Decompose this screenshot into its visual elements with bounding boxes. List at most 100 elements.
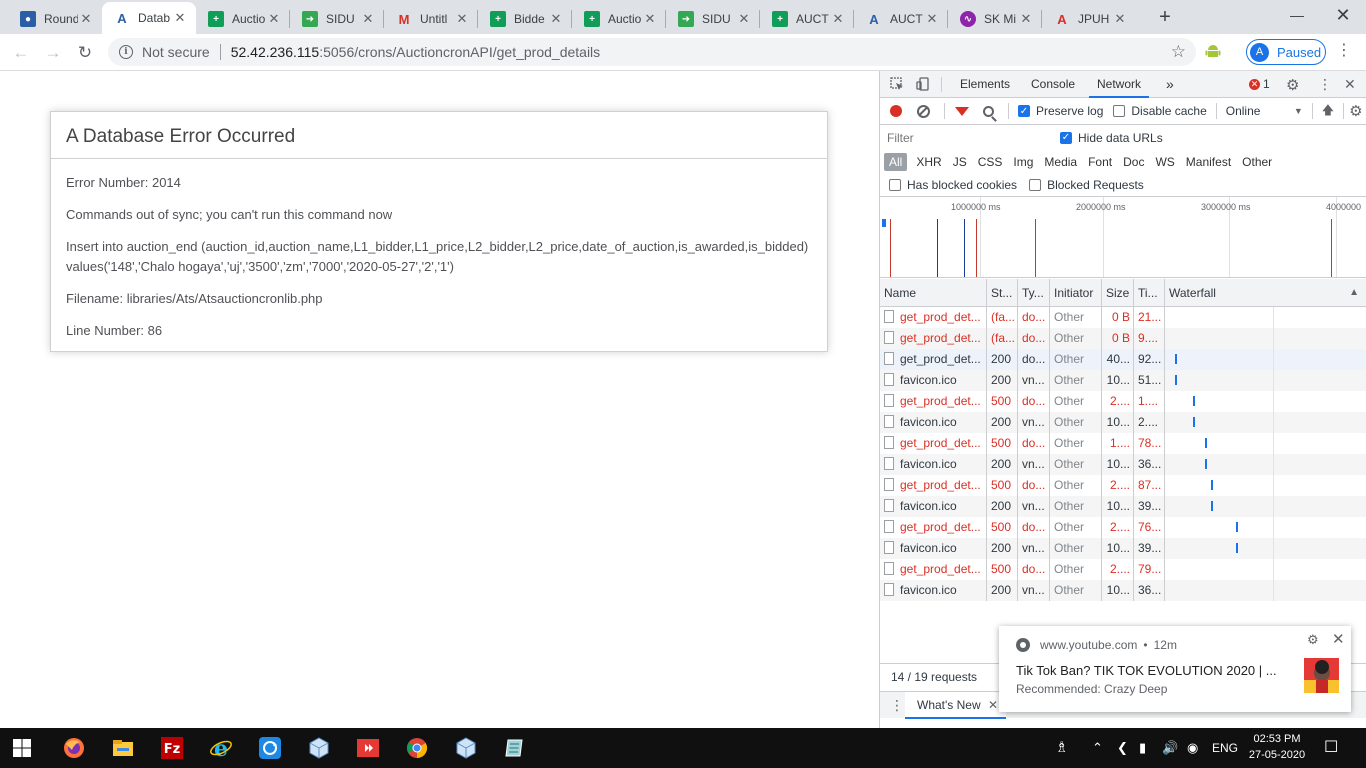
info-icon[interactable]: i — [119, 45, 133, 59]
import-har-icon[interactable]: 🡅 — [1322, 101, 1334, 122]
device-toolbar-icon[interactable] — [916, 77, 930, 91]
drawer-menu-icon[interactable]: ⋮ — [890, 697, 904, 714]
search-icon[interactable] — [983, 105, 994, 117]
error-counter[interactable]: ✕ 1 — [1249, 77, 1270, 91]
request-row[interactable]: favicon.ico 200 vn... Other 10... 36... — [880, 580, 1366, 601]
record-button[interactable] — [890, 105, 902, 117]
close-icon[interactable]: ✕ — [988, 698, 998, 712]
action-center-icon[interactable]: ☐ — [1324, 728, 1338, 768]
request-row[interactable]: get_prod_det... (fa... do... Other 0 B 21... — [880, 307, 1366, 328]
system-clock[interactable]: 02:53 PM 27-05-2020 — [1246, 731, 1308, 763]
browser-tab[interactable]: ➜ SIDU ✕ — [666, 4, 760, 34]
inspect-element-icon[interactable] — [890, 77, 904, 91]
file-explorer-icon[interactable] — [111, 736, 135, 760]
blocked-requests-checkbox[interactable]: Blocked Requests — [1029, 178, 1144, 192]
address-bar[interactable]: i Not secure 52.42.236.115:5056/crons/Au… — [108, 38, 1196, 66]
sync-app-icon[interactable] — [258, 736, 282, 760]
column-header-waterfall[interactable]: Waterfall ▲ — [1165, 279, 1366, 307]
close-window-button[interactable]: ✕ — [1320, 0, 1366, 34]
column-header-initiator[interactable]: Initiator — [1050, 279, 1102, 307]
security-label[interactable]: Not secure — [142, 44, 210, 60]
battery-icon[interactable]: ▮ — [1139, 728, 1146, 768]
location-icon[interactable]: ◉ — [1187, 728, 1198, 768]
preserve-log-checkbox[interactable]: ✓ Preserve log — [1018, 104, 1103, 118]
type-filter-all[interactable]: All — [884, 153, 908, 171]
tab-console[interactable]: Console — [1023, 71, 1083, 98]
request-row[interactable]: favicon.ico 200 vn... Other 10... 39... — [880, 496, 1366, 517]
filezilla-icon[interactable]: Fz — [160, 736, 184, 760]
close-tab-icon[interactable]: ✕ — [548, 11, 564, 27]
clear-icon[interactable] — [917, 104, 930, 118]
request-row[interactable]: get_prod_det... 500 do... Other 2.... 1.... — [880, 391, 1366, 412]
network-icon[interactable]: ❮ — [1117, 728, 1128, 768]
browser-tab[interactable]: + AUCT ✕ — [760, 4, 854, 34]
language-indicator[interactable]: ENG — [1212, 728, 1238, 768]
close-tab-icon[interactable]: ✕ — [642, 11, 658, 27]
filter-icon[interactable] — [955, 106, 969, 116]
request-row[interactable]: favicon.ico 200 vn... Other 10... 2.... — [880, 412, 1366, 433]
type-filter-img[interactable]: Img — [1008, 153, 1038, 171]
reload-button[interactable]: ↻ — [72, 40, 98, 66]
request-row[interactable]: favicon.ico 200 vn... Other 10... 51... — [880, 370, 1366, 391]
browser-tab[interactable]: + Auctio ✕ — [572, 4, 666, 34]
show-hidden-icons-icon[interactable]: ⌃ — [1092, 728, 1103, 768]
browser-menu-icon[interactable]: ⋮ — [1336, 42, 1352, 60]
devtools-menu-icon[interactable]: ⋮ — [1318, 76, 1332, 93]
column-header-time[interactable]: Ti... — [1134, 279, 1165, 307]
type-filter-other[interactable]: Other — [1237, 153, 1277, 171]
close-tab-icon[interactable]: ✕ — [454, 11, 470, 27]
virtualbox-icon[interactable] — [454, 736, 478, 760]
type-filter-font[interactable]: Font — [1083, 153, 1117, 171]
network-overview-timeline[interactable]: 1000000 ms 2000000 ms 3000000 ms 4000000 — [880, 197, 1366, 278]
browser-tab[interactable]: ● Round ✕ — [8, 4, 102, 34]
throttling-select[interactable]: Online ▼ — [1226, 104, 1303, 118]
browser-tab[interactable]: + Auctio ✕ — [196, 4, 290, 34]
new-tab-button[interactable]: + — [1153, 6, 1177, 30]
type-filter-media[interactable]: Media — [1039, 153, 1082, 171]
close-tab-icon[interactable]: ✕ — [736, 11, 752, 27]
column-header-type[interactable]: Ty... — [1018, 279, 1050, 307]
type-filter-ws[interactable]: WS — [1150, 153, 1179, 171]
close-tab-icon[interactable]: ✕ — [1112, 11, 1128, 27]
firefox-icon[interactable] — [62, 736, 86, 760]
request-row[interactable]: get_prod_det... 500 do... Other 2.... 87... — [880, 475, 1366, 496]
close-tab-icon[interactable]: ✕ — [172, 10, 188, 26]
close-tab-icon[interactable]: ✕ — [360, 11, 376, 27]
request-row[interactable]: get_prod_det... 500 do... Other 1.... 78... — [880, 433, 1366, 454]
anydesk-icon[interactable] — [356, 736, 380, 760]
request-row[interactable]: get_prod_det... 200 do... Other 40... 92... — [880, 349, 1366, 370]
column-header-status[interactable]: St... — [987, 279, 1018, 307]
more-tabs-button[interactable]: » — [1158, 71, 1182, 98]
notification-close-icon[interactable]: ✕ — [1332, 630, 1345, 648]
type-filter-doc[interactable]: Doc — [1118, 153, 1149, 171]
filter-input[interactable] — [884, 128, 1046, 147]
forward-button[interactable]: → — [40, 40, 66, 66]
request-row[interactable]: favicon.ico 200 vn... Other 10... 36... — [880, 454, 1366, 475]
browser-tab[interactable]: A JPUH ✕ — [1042, 4, 1136, 34]
column-header-size[interactable]: Size — [1102, 279, 1134, 307]
settings-gear-icon[interactable]: ⚙ — [1286, 76, 1299, 94]
close-tab-icon[interactable]: ✕ — [1018, 11, 1034, 27]
close-tab-icon[interactable]: ✕ — [830, 11, 846, 27]
close-tab-icon[interactable]: ✕ — [924, 11, 940, 27]
has-blocked-cookies-checkbox[interactable]: Has blocked cookies — [889, 178, 1017, 192]
notepad-icon[interactable] — [503, 736, 527, 760]
volume-icon[interactable]: 🔊 — [1162, 728, 1178, 768]
column-header-name[interactable]: Name — [880, 279, 987, 307]
browser-tab[interactable]: ∿ SK Mi ✕ — [948, 4, 1042, 34]
hide-data-urls-checkbox[interactable]: ✓ Hide data URLs — [1060, 131, 1163, 145]
android-extension-icon[interactable] — [1204, 42, 1222, 60]
windows-start-icon[interactable] — [13, 739, 31, 757]
chrome-icon[interactable] — [405, 736, 429, 760]
back-button[interactable]: ← — [8, 40, 34, 66]
browser-tab[interactable]: ➜ SIDU ✕ — [290, 4, 384, 34]
type-filter-manifest[interactable]: Manifest — [1181, 153, 1236, 171]
disable-cache-checkbox[interactable]: Disable cache — [1113, 104, 1207, 118]
close-tab-icon[interactable]: ✕ — [266, 11, 282, 27]
notification-settings-icon[interactable]: ⚙ — [1307, 632, 1319, 648]
request-row[interactable]: get_prod_det... 500 do... Other 2.... 76... — [880, 517, 1366, 538]
browser-tab[interactable]: A AUCT ✕ — [854, 4, 948, 34]
virtualbox-icon[interactable] — [307, 736, 331, 760]
tab-elements[interactable]: Elements — [952, 71, 1018, 98]
request-row[interactable]: get_prod_det... 500 do... Other 2.... 79... — [880, 559, 1366, 580]
